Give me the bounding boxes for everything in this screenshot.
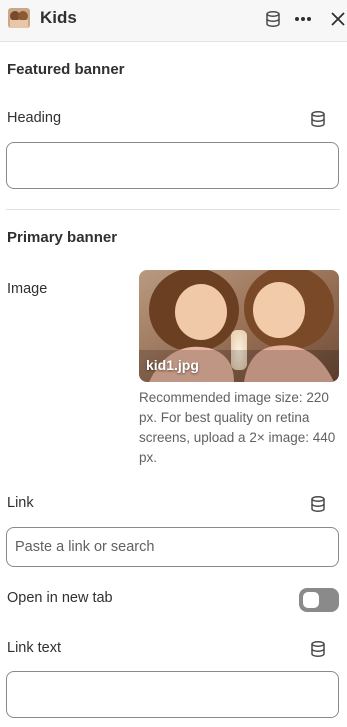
database-icon[interactable] bbox=[263, 9, 283, 29]
header-thumbnail-icon bbox=[8, 8, 30, 28]
link-text-label: Link text bbox=[7, 640, 61, 656]
toggle-knob bbox=[303, 592, 319, 608]
open-in-new-tab-label: Open in new tab bbox=[7, 590, 113, 606]
heading-label: Heading bbox=[7, 110, 62, 126]
section-title-featured-banner: Featured banner bbox=[7, 61, 125, 78]
more-icon[interactable] bbox=[293, 9, 313, 29]
heading-dynamic-source-icon[interactable] bbox=[309, 110, 327, 128]
image-label: Image bbox=[7, 281, 48, 297]
open-in-new-tab-toggle[interactable] bbox=[299, 588, 339, 612]
section-divider bbox=[6, 209, 340, 210]
link-text-input[interactable] bbox=[6, 671, 339, 718]
link-label: Link bbox=[7, 495, 34, 511]
heading-input[interactable] bbox=[6, 142, 339, 189]
image-size-help-text: Recommended image size: 220 px. For best… bbox=[139, 390, 336, 465]
close-icon[interactable] bbox=[328, 9, 347, 29]
section-title-primary-banner: Primary banner bbox=[7, 229, 118, 246]
image-filename: kid1.jpg bbox=[146, 357, 199, 373]
image-picker[interactable]: kid1.jpg bbox=[139, 270, 339, 382]
page-title: Kids bbox=[40, 8, 77, 27]
link-input[interactable] bbox=[6, 527, 339, 567]
link-dynamic-source-icon[interactable] bbox=[309, 495, 327, 513]
link-text-dynamic-source-icon[interactable] bbox=[309, 640, 327, 658]
panel-header: Kids bbox=[0, 0, 347, 42]
